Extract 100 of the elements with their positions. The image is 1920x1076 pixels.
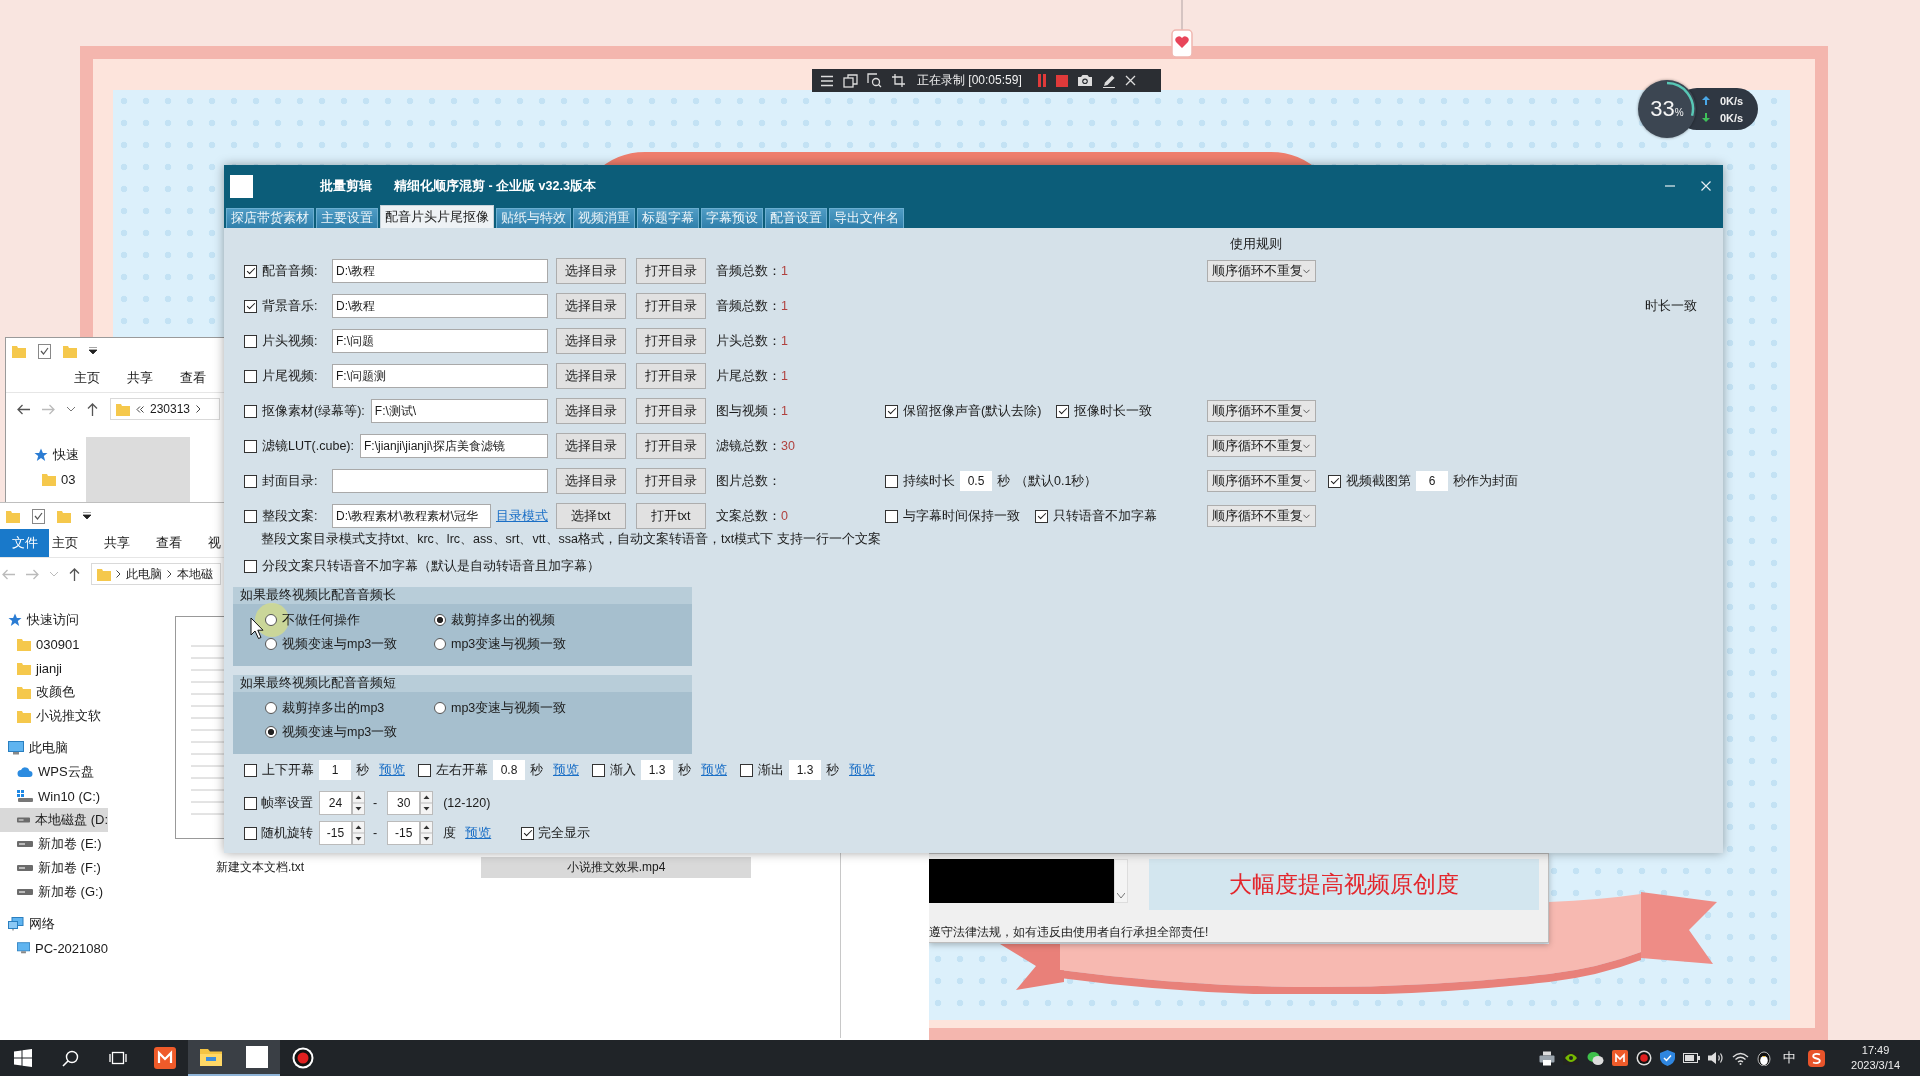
checkbox[interactable] (244, 264, 257, 278)
checkbox[interactable] (244, 299, 257, 313)
nav-item[interactable]: 新加卷 (G:) (0, 880, 108, 904)
folder-button[interactable]: 选择目录 (556, 398, 626, 424)
checkbox[interactable] (885, 474, 898, 488)
rule-dropdown[interactable]: 顺序循环不重复 (1207, 400, 1316, 422)
up-arrow-icon[interactable] (69, 567, 80, 581)
dropdown-caret-icon[interactable] (83, 512, 91, 520)
folder-button[interactable]: 打开目录 (636, 433, 706, 459)
spin-arrows-icon[interactable] (352, 791, 365, 815)
checkbox[interactable] (244, 334, 257, 348)
number-spinner[interactable]: 30 (387, 791, 421, 815)
address-bar[interactable]: 此电脑 本地磁 (91, 563, 221, 585)
spin-arrows-icon[interactable] (420, 821, 434, 845)
battery-icon[interactable] (1683, 1053, 1701, 1063)
nav-item[interactable]: 新加卷 (E:) (0, 832, 108, 856)
menu-icon[interactable] (820, 74, 834, 87)
nav-item[interactable]: 03 (30, 467, 86, 491)
path-field[interactable]: F:\jianji\jianji\探店美食滤镜 (360, 434, 548, 458)
search-icon[interactable] (62, 1049, 79, 1067)
gpu-icon[interactable] (1563, 1051, 1580, 1065)
checkbox[interactable] (1328, 474, 1341, 488)
region-icon[interactable] (867, 73, 882, 88)
nav-item[interactable]: Win10 (C:) (0, 784, 108, 808)
checkbox[interactable] (1035, 509, 1048, 523)
checkbox[interactable] (244, 796, 257, 810)
folder-button[interactable]: 选择目录 (556, 328, 626, 354)
preview-link[interactable]: 预览 (553, 761, 579, 779)
folder-button[interactable]: 选择目录 (556, 468, 626, 494)
spin-arrows-icon[interactable] (352, 821, 365, 845)
folder-button[interactable]: 打开txt (636, 503, 706, 529)
app-icon[interactable] (1612, 1050, 1629, 1066)
checkbox[interactable] (244, 474, 257, 488)
dropdown-caret-icon[interactable] (89, 347, 97, 355)
double-chevron-icon[interactable] (136, 405, 144, 413)
wifi-icon[interactable] (1732, 1051, 1750, 1065)
number-spinner[interactable]: -15 (319, 821, 352, 845)
folder-button[interactable]: 选择目录 (556, 258, 626, 284)
close-icon[interactable] (1124, 75, 1136, 86)
radio-button[interactable] (434, 638, 446, 650)
checkbox[interactable] (740, 763, 753, 777)
folder-button[interactable]: 选择目录 (556, 293, 626, 319)
file-name[interactable]: 新建文本文档.txt (210, 857, 310, 878)
nav-item[interactable]: 本地磁盘 (D: (0, 808, 108, 832)
folder-button[interactable]: 选择目录 (556, 433, 626, 459)
radio-button[interactable] (265, 702, 277, 714)
radio-button[interactable] (265, 638, 277, 650)
pen-icon[interactable] (1101, 73, 1116, 88)
camera-icon[interactable] (1076, 74, 1093, 87)
nav-item[interactable]: 网络 (0, 912, 108, 936)
penguin-icon[interactable] (1757, 1050, 1772, 1066)
radio-button[interactable] (434, 614, 446, 626)
up-arrow-icon[interactable] (87, 402, 98, 416)
number-field[interactable]: 1.3 (641, 760, 673, 780)
record-icon[interactable] (1636, 1050, 1653, 1066)
windows-icon[interactable] (843, 73, 858, 88)
clock-date[interactable]: 2023/3/14 (1851, 1058, 1900, 1073)
tab[interactable]: 标题字幕 (637, 208, 699, 228)
speaker-icon[interactable] (1708, 1051, 1725, 1065)
nav-item[interactable]: 小说推文软 (0, 704, 108, 728)
clock-time[interactable]: 17:49 (1861, 1043, 1890, 1058)
number-field[interactable]: 1.3 (789, 760, 821, 780)
checkbox[interactable] (1056, 404, 1070, 418)
radio-button[interactable] (265, 726, 277, 738)
scroll-down-icon[interactable] (1117, 893, 1125, 898)
chevron-right-icon[interactable] (116, 570, 121, 578)
nav-item[interactable]: 此电脑 (0, 736, 108, 760)
input-method-icon[interactable] (1808, 1049, 1826, 1067)
file-name[interactable]: 小说推文效果.mp4 (481, 857, 751, 878)
checkbox[interactable] (592, 763, 605, 777)
number-field[interactable]: 0.5 (960, 471, 992, 491)
nav-item[interactable]: 快速访问 (0, 608, 108, 632)
chevron-down-icon[interactable] (67, 406, 75, 412)
radio-button[interactable] (434, 702, 446, 714)
number-spinner[interactable]: -15 (387, 821, 421, 845)
back-arrow-icon[interactable] (17, 403, 30, 415)
number-spinner[interactable]: 24 (319, 791, 352, 815)
path-field[interactable]: D:\教程 (332, 294, 548, 318)
ribbon-tab[interactable]: 主页 (52, 534, 78, 552)
ime-indicator[interactable]: 中 (1783, 1049, 1797, 1067)
nav-item[interactable]: WPS云盘 (0, 760, 108, 784)
checkbox[interactable] (244, 369, 257, 383)
nav-item[interactable]: 快速 (30, 443, 86, 467)
breadcrumb[interactable]: 本地磁 (177, 565, 213, 583)
checkbox[interactable] (244, 404, 257, 418)
folder-button[interactable]: 选择txt (556, 503, 626, 529)
path-field[interactable]: F:\测试\ (370, 399, 548, 423)
properties-icon[interactable] (32, 508, 45, 524)
pause-icon[interactable] (1036, 74, 1047, 87)
file-tab[interactable]: 文件 (0, 529, 49, 557)
folder-button[interactable]: 打开目录 (636, 468, 706, 494)
breadcrumb[interactable]: 230313 (150, 402, 191, 416)
preview-link[interactable]: 预览 (379, 761, 405, 779)
ribbon-tab[interactable]: 查看 (180, 369, 206, 387)
ribbon-tab[interactable]: 视 (208, 534, 221, 552)
nav-item[interactable]: jianji (0, 656, 108, 680)
path-field[interactable]: F:\问题 (332, 329, 548, 353)
path-field[interactable]: F:\问题测 (332, 364, 548, 388)
preview-link[interactable]: 预览 (465, 824, 492, 842)
rule-dropdown[interactable]: 顺序循环不重复 (1207, 470, 1316, 492)
